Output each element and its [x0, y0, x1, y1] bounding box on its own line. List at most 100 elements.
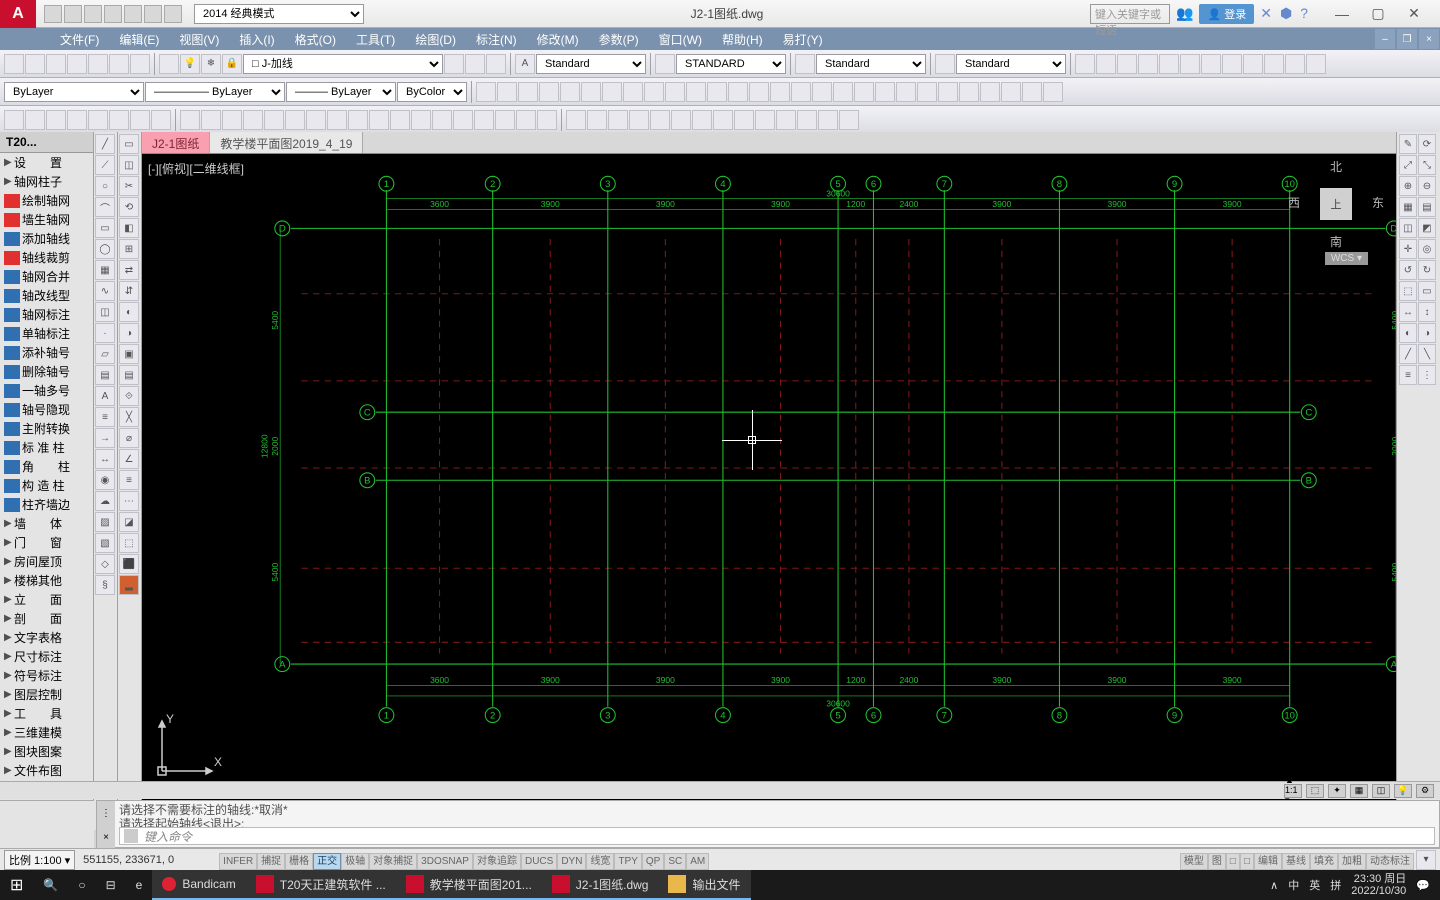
draw-icon-1[interactable] — [4, 110, 24, 130]
mod-icon-24[interactable] — [959, 82, 979, 102]
doc-close-button[interactable]: × — [1419, 29, 1439, 49]
rt-icon-12[interactable]: ◎ — [1418, 239, 1436, 259]
dimstyle-combo[interactable]: STANDARD — [676, 54, 786, 74]
draw-icon-27[interactable] — [566, 110, 586, 130]
status-toggle-DUCS[interactable]: DUCS — [521, 853, 557, 870]
rt-icon-14[interactable]: ↻ — [1418, 260, 1436, 280]
mod-icon-18[interactable] — [833, 82, 853, 102]
menu-draw[interactable]: 绘图(D) — [405, 28, 466, 50]
mod-icon-9[interactable] — [644, 82, 664, 102]
workspace-selector[interactable]: 2014 经典模式 — [194, 4, 364, 24]
mod-icon-1[interactable] — [476, 82, 496, 102]
qat-open-icon[interactable] — [64, 5, 82, 23]
taskbar-bandicam[interactable]: Bandicam — [152, 870, 245, 900]
menu-format[interactable]: 格式(O) — [285, 28, 346, 50]
rt-icon-22[interactable]: ╲ — [1418, 344, 1436, 364]
mod-icon-26[interactable] — [1001, 82, 1021, 102]
status-right-8[interactable]: 动态标注 — [1366, 853, 1414, 870]
draw-icon-14[interactable] — [285, 110, 305, 130]
taskbar-taskview-icon[interactable]: ⊟ — [96, 870, 126, 900]
maximize-button[interactable]: ▢ — [1360, 2, 1396, 26]
scale-combo[interactable]: 比例 1:100 ▾ — [4, 850, 75, 870]
rt-icon-16[interactable]: ▭ — [1418, 281, 1436, 301]
status-right-0[interactable]: 模型 — [1180, 853, 1208, 870]
t20-item-19[interactable]: ▶墙 体 — [0, 514, 93, 533]
status-toggle-栅格[interactable]: 栅格 — [285, 853, 313, 870]
rt-icon-19[interactable]: ◐ — [1399, 323, 1417, 343]
tb-misc8-icon[interactable] — [1222, 54, 1242, 74]
draw-icon-23[interactable] — [474, 110, 494, 130]
minimize-button[interactable]: — — [1324, 2, 1360, 26]
draw-icon-19[interactable] — [390, 110, 410, 130]
t20-item-24[interactable]: ▶剖 面 — [0, 609, 93, 628]
mod-icon-23[interactable] — [938, 82, 958, 102]
layer-props-icon[interactable] — [159, 54, 179, 74]
draw-icon-15[interactable] — [306, 110, 326, 130]
mlstyle-icon[interactable] — [935, 54, 955, 74]
draw-icon-25[interactable] — [516, 110, 536, 130]
t20-item-31[interactable]: ▶图块图案 — [0, 742, 93, 761]
draw-icon-21[interactable] — [432, 110, 452, 130]
menu-help[interactable]: 帮助(H) — [712, 28, 773, 50]
vtext-icon[interactable]: A — [95, 386, 115, 406]
draw-icon-33[interactable] — [692, 110, 712, 130]
textstyle-icon[interactable]: A — [515, 54, 535, 74]
vm-icon-21[interactable]: ⬛ — [119, 554, 139, 574]
viewcube-top[interactable]: 上 — [1320, 188, 1352, 220]
tb-3ddwf-icon[interactable] — [130, 54, 150, 74]
viewcube[interactable]: 上 北 南 东 西 — [1296, 164, 1376, 244]
help-icon[interactable]: ? — [1300, 5, 1308, 22]
vcircle-icon[interactable]: ○ — [95, 176, 115, 196]
mod-icon-28[interactable] — [1043, 82, 1063, 102]
login-button[interactable]: 👤 登录 — [1199, 4, 1254, 24]
tray-ime-en[interactable]: 英 — [1309, 877, 1320, 893]
t20-item-1[interactable]: ▶轴网柱子 — [0, 172, 93, 191]
tb-save-icon[interactable] — [46, 54, 66, 74]
taskbar-folder[interactable]: 输出文件 — [658, 870, 750, 900]
status-right-5[interactable]: 基线 — [1282, 853, 1310, 870]
draw-icon-12[interactable] — [243, 110, 263, 130]
status-toggle-极轴[interactable]: 极轴 — [341, 853, 369, 870]
vxline-icon[interactable]: ↔ — [95, 449, 115, 469]
system-tray[interactable]: ∧ 中 英 拼 23:30 周日 2022/10/30 💬 — [1260, 873, 1440, 897]
doc-tab-2[interactable]: 教学楼平面图2019_4_19 — [210, 132, 363, 153]
t20-item-14[interactable]: 主附转换 — [0, 419, 93, 438]
tb-plot-icon[interactable] — [67, 54, 87, 74]
vm-icon-12[interactable]: ▤ — [119, 365, 139, 385]
draw-icon-5[interactable] — [88, 110, 108, 130]
draw-icon-17[interactable] — [348, 110, 368, 130]
t20-item-22[interactable]: ▶楼梯其他 — [0, 571, 93, 590]
ann-icon-4[interactable]: ◫ — [1372, 784, 1390, 798]
t20-item-27[interactable]: ▶符号标注 — [0, 666, 93, 685]
app-icon[interactable]: ⬢ — [1280, 5, 1292, 22]
mod-icon-3[interactable] — [518, 82, 538, 102]
vm-icon-19[interactable]: ◪ — [119, 512, 139, 532]
varc-icon[interactable]: ⌒ — [95, 197, 115, 217]
t20-item-8[interactable]: 轴网标注 — [0, 305, 93, 324]
layer-freeze-icon[interactable]: ❄ — [201, 54, 221, 74]
draw-icon-30[interactable] — [629, 110, 649, 130]
vrevcl-icon[interactable]: ☁ — [95, 491, 115, 511]
vm-icon-3[interactable]: ✂ — [119, 176, 139, 196]
layer-iso-icon[interactable] — [486, 54, 506, 74]
draw-icon-36[interactable] — [755, 110, 775, 130]
mod-icon-16[interactable] — [791, 82, 811, 102]
tb-misc1-icon[interactable] — [1075, 54, 1095, 74]
t20-item-3[interactable]: 墙生轴网 — [0, 210, 93, 229]
status-tray-icon[interactable]: ▾ — [1416, 850, 1436, 870]
t20-item-16[interactable]: 角 柱 — [0, 457, 93, 476]
command-input[interactable]: 键入命令 — [119, 827, 1435, 845]
rt-icon-6[interactable]: ⊖ — [1418, 176, 1436, 196]
draw-icon-38[interactable] — [797, 110, 817, 130]
vregion-icon[interactable]: ▱ — [95, 344, 115, 364]
prop-lineweight-combo[interactable]: ——— ByLayer — [286, 82, 396, 102]
tb-misc9-icon[interactable] — [1243, 54, 1263, 74]
draw-icon-2[interactable] — [25, 110, 45, 130]
status-right-4[interactable]: 编辑 — [1254, 853, 1282, 870]
vm-icon-14[interactable]: ╳ — [119, 407, 139, 427]
rt-icon-11[interactable]: ✛ — [1399, 239, 1417, 259]
rt-icon-20[interactable]: ◑ — [1418, 323, 1436, 343]
t20-item-17[interactable]: 构 造 柱 — [0, 476, 93, 495]
vm-icon-22[interactable]: ▂ — [119, 575, 139, 595]
menu-modify[interactable]: 修改(M) — [527, 28, 589, 50]
